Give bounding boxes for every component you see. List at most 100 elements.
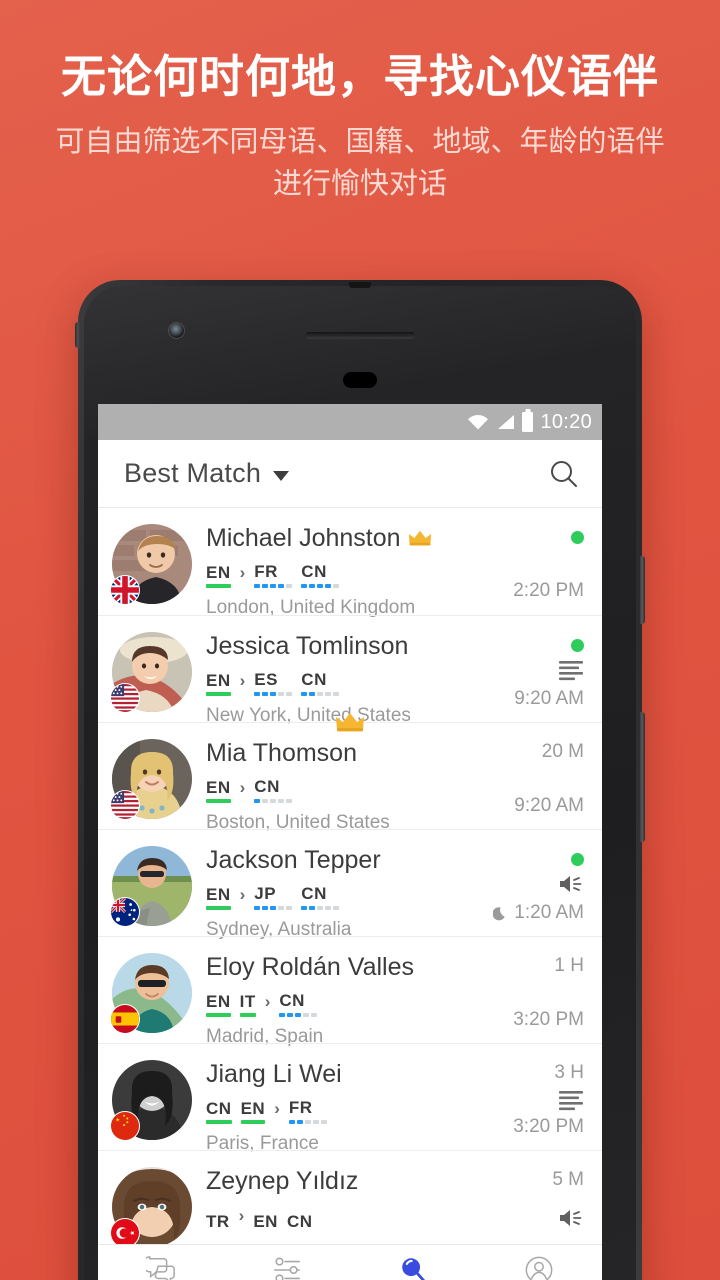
local-time: 2:20 PM [513,580,584,602]
text-lines-icon [558,1089,584,1111]
avatar[interactable] [110,846,192,927]
search-icon[interactable] [548,458,580,490]
flag-au-icon [111,898,139,926]
online-status-dot [571,531,584,544]
voice-speaker-icon [558,873,584,895]
user-list-item[interactable]: Zeynep Yıldız TR › EN CN 5 M [98,1150,602,1257]
language-code: EN [206,885,231,904]
language-badge-cn: CN [301,562,340,588]
promo-copy: 无论何时何地，寻找心仪语伴 可自由筛选不同母语、国籍、地域、年龄的语伴进行愉快对… [0,51,720,205]
wifi-icon [468,414,489,430]
bottom-navigation-bar[interactable]: HelloTalkMomentsSearchProfile [98,1244,602,1280]
person-circle-icon[interactable] [523,1254,555,1280]
promo-screenshot: 无论何时何地，寻找心仪语伴 可自由筛选不同母语、国籍、地域、年龄的语伴进行愉快对… [0,0,720,1280]
language-badge-en: EN [206,671,231,696]
app-bar-title: Best Match [124,458,262,488]
avatar[interactable] [110,524,192,605]
user-list-item[interactable]: Jackson Tepper EN › JP CN Sydney, Australia 1:… [98,829,602,940]
promo-subtitle: 可自由筛选不同母语、国籍、地域、年龄的语伴进行愉快对话 [55,126,665,200]
avatar[interactable] [110,953,192,1034]
nav-tab-profile[interactable]: Profile [476,1254,602,1280]
user-info: Eloy Roldán Valles EN IT › CN Madrid, Spain [192,951,512,1048]
user-list-item[interactable]: Jessica Tomlinson EN › ES CN New York, United… [98,615,602,722]
language-code: EN [206,671,231,690]
volume-button[interactable] [640,712,645,842]
language-code: FR [254,562,278,581]
native-level-bar [240,1120,266,1124]
language-badge-en: EN [240,1099,266,1124]
user-name: Mia Thomson [206,738,357,767]
sort-selector[interactable]: Best Match [124,458,290,489]
nav-tab-hellotalk[interactable]: HelloTalk [98,1254,224,1280]
user-info: Zeynep Yıldız TR › EN CN [192,1165,512,1232]
avatar[interactable] [110,1167,192,1248]
chat-preference [558,658,584,682]
local-time-value: 1:20 AM [514,902,584,923]
avatar[interactable] [110,739,192,820]
text-lines-icon [558,659,584,681]
chat-preference [558,872,584,896]
avatar[interactable] [110,1060,192,1141]
language-badge-en: EN [206,778,231,803]
language-code: CN [301,884,327,903]
user-name-line: Eloy Roldán Valles [206,951,512,983]
promo-title: 无论何时何地，寻找心仪语伴 [60,51,659,102]
learning-level-bar [288,1120,327,1124]
country-flag-badge [110,575,140,605]
learning-level-bar [301,906,340,910]
language-badges: EN IT › CN [206,989,512,1017]
language-arrow-icon: › [238,1206,245,1225]
phone-antenna-notch [349,282,371,288]
user-list-item[interactable]: Michael Johnston EN › FR CN London, United Ki… [98,508,602,618]
search-filled-icon[interactable] [397,1254,429,1280]
country-flag-badge [110,1111,140,1141]
last-active-ago: 20 M [541,741,584,762]
avatar[interactable] [110,632,192,713]
user-name-line: Jackson Tepper [206,844,493,876]
flag-uk-icon [111,576,139,604]
vip-crown-icon [408,529,432,547]
native-level-bar [206,692,231,696]
nav-tab-search[interactable]: Search [350,1254,476,1280]
chat-preference [558,1088,584,1112]
user-list-item[interactable]: Jiang Li Wei CN EN › FR Paris, France 3 H 3:20 … [98,1043,602,1154]
sliders-icon[interactable] [271,1254,303,1280]
language-badges: EN › ES CN [206,668,512,696]
user-meta: 1:20 AM [493,844,584,924]
language-arrow-icon: › [239,563,246,582]
language-arrow-icon: › [239,671,246,690]
user-info: Michael Johnston EN › FR CN London, United Ki… [192,522,512,619]
local-time: 1:20 AM [493,902,584,924]
nav-tab-moments[interactable]: Moments [224,1254,350,1280]
chat-bubbles-icon[interactable] [145,1254,177,1280]
left-side-button[interactable] [75,322,80,348]
front-camera-icon [168,322,185,339]
status-bar: 10:20 [98,404,602,440]
native-level-bar [206,799,231,803]
language-code: IT [239,992,256,1011]
user-meta: 5 M [512,1165,584,1245]
country-flag-badge [110,790,140,820]
learning-level-bar [301,692,340,696]
night-moon-icon [493,906,508,921]
user-list-item[interactable]: Mia Thomson EN › CN Boston, United States 20 … [98,722,602,833]
language-badge-en: EN [253,1212,278,1231]
user-list[interactable]: Michael Johnston EN › FR CN London, United Ki… [98,508,602,1257]
user-list-item[interactable]: Eloy Roldán Valles EN IT › CN Madrid, Spain 1 … [98,936,602,1047]
country-flag-badge [110,1004,140,1034]
user-name: Eloy Roldán Valles [206,952,414,981]
language-badge-en: EN [206,885,231,910]
language-code: EN [240,1099,266,1118]
language-badge-en: EN [206,992,231,1017]
user-meta: 1 H 3:20 PM [512,951,584,1031]
language-badge-fr: FR [254,562,293,588]
language-badge-it: IT [239,992,256,1017]
language-code: TR [206,1212,230,1231]
user-meta: 2:20 PM [512,522,584,602]
chevron-down-icon[interactable] [273,470,290,481]
language-badge-es: ES [254,670,293,696]
native-level-bar [206,584,231,588]
power-button[interactable] [640,556,645,624]
flag-us-icon [111,791,139,819]
language-badge-cn: CN [301,670,340,696]
